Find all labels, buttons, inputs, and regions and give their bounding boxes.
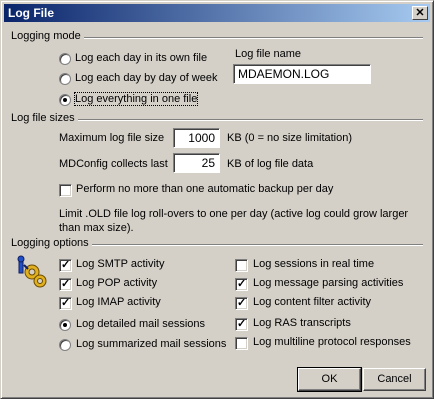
radio-everything-one-file[interactable] bbox=[59, 94, 71, 106]
radio-each-day-own-file[interactable] bbox=[59, 53, 71, 65]
rollover-note-line2: than max size). bbox=[59, 222, 134, 234]
mdconfig-collects-suffix: KB of log file data bbox=[227, 158, 314, 170]
radio-each-day-own-file-label[interactable]: Log each day in its own file bbox=[75, 52, 207, 64]
mdconfig-collects-label: MDConfig collects last bbox=[59, 158, 168, 170]
window-title: Log File bbox=[8, 6, 54, 20]
close-icon[interactable]: ✕ bbox=[412, 6, 428, 20]
log-pop-label[interactable]: Log POP activity bbox=[76, 277, 157, 289]
radio-each-day-by-weekday[interactable] bbox=[59, 73, 71, 85]
max-log-size-suffix: KB (0 = no size limitation) bbox=[227, 132, 353, 144]
radio-detailed-sessions-label[interactable]: Log detailed mail sessions bbox=[76, 318, 205, 330]
log-content-filter-label[interactable]: Log content filter activity bbox=[253, 296, 371, 308]
max-log-size-input[interactable]: 1000 bbox=[173, 128, 220, 148]
log-smtp-label[interactable]: Log SMTP activity bbox=[76, 258, 164, 270]
cancel-button[interactable]: Cancel bbox=[363, 368, 426, 391]
gears-icon bbox=[17, 255, 47, 288]
radio-summarized-sessions-label[interactable]: Log summarized mail sessions bbox=[76, 338, 226, 350]
log-multiline-checkbox[interactable] bbox=[235, 337, 248, 350]
mdconfig-collects-input[interactable]: 25 bbox=[173, 153, 220, 173]
log-file-name-label: Log file name bbox=[235, 48, 302, 60]
one-backup-per-day-checkbox[interactable] bbox=[59, 184, 72, 197]
one-backup-per-day-label[interactable]: Perform no more than one automatic backu… bbox=[76, 183, 333, 195]
log-sessions-realtime-checkbox[interactable] bbox=[235, 259, 248, 272]
logging-mode-heading: Logging mode bbox=[11, 30, 84, 42]
log-file-sizes-heading: Log file sizes bbox=[11, 112, 78, 124]
radio-everything-one-file-label[interactable]: Log everything in one file bbox=[73, 92, 199, 106]
logging-options-heading: Logging options bbox=[11, 237, 92, 249]
rollover-note-line1: Limit .OLD file log roll-overs to one pe… bbox=[59, 208, 409, 220]
log-smtp-checkbox[interactable] bbox=[59, 259, 72, 272]
log-imap-label[interactable]: Log IMAP activity bbox=[76, 296, 161, 308]
log-ras-transcripts-label[interactable]: Log RAS transcripts bbox=[253, 317, 351, 329]
log-message-parsing-checkbox[interactable] bbox=[235, 278, 248, 291]
max-log-size-label: Maximum log file size bbox=[59, 132, 165, 144]
log-ras-transcripts-checkbox[interactable] bbox=[235, 318, 248, 331]
log-imap-checkbox[interactable] bbox=[59, 297, 72, 310]
radio-summarized-sessions[interactable] bbox=[59, 339, 71, 351]
log-sessions-realtime-label[interactable]: Log sessions in real time bbox=[253, 258, 374, 270]
log-content-filter-checkbox[interactable] bbox=[235, 297, 248, 310]
log-file-name-input[interactable]: MDAEMON.LOG bbox=[233, 64, 371, 84]
log-file-dialog: Log File ✕ Logging mode Log each day in … bbox=[0, 0, 434, 399]
radio-detailed-sessions[interactable] bbox=[59, 319, 71, 331]
log-message-parsing-label[interactable]: Log message parsing activities bbox=[253, 277, 403, 289]
log-pop-checkbox[interactable] bbox=[59, 278, 72, 291]
radio-each-day-by-weekday-label[interactable]: Log each day by day of week bbox=[75, 72, 217, 84]
log-multiline-label[interactable]: Log multiline protocol responses bbox=[253, 336, 411, 348]
ok-button[interactable]: OK bbox=[297, 367, 362, 392]
title-bar: Log File ✕ bbox=[4, 4, 430, 22]
